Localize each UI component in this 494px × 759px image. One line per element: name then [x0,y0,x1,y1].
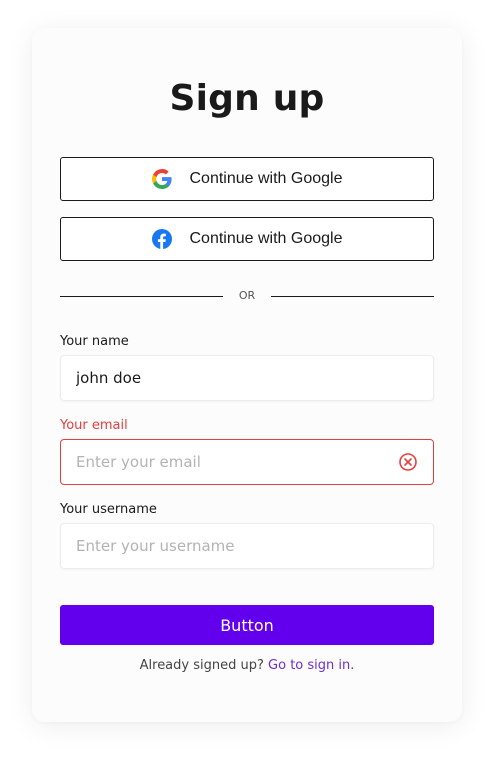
username-input[interactable] [60,523,434,569]
or-divider: OR [60,288,434,306]
name-input[interactable] [60,355,434,401]
facebook-icon [151,229,172,249]
divider-line-right [271,296,434,297]
signin-prompt: Already signed up? Go to sign in. [0,658,494,673]
google-signin-label: Continue with Google [189,170,343,187]
facebook-signin-button[interactable]: Continue with Google [60,217,434,261]
error-icon [398,452,418,472]
facebook-signin-label: Continue with Google [189,230,343,247]
google-icon [151,169,172,189]
page-title: Sign up [169,78,325,119]
email-input[interactable] [60,439,434,485]
submit-button[interactable]: Button [60,605,434,645]
name-label: Your name [60,334,129,349]
signin-prompt-text: Already signed up? [139,658,264,673]
username-label: Your username [60,502,157,517]
email-label: Your email [60,418,128,433]
google-signin-button[interactable]: Continue with Google [60,157,434,201]
signin-link[interactable]: Go to sign in. [268,658,354,673]
